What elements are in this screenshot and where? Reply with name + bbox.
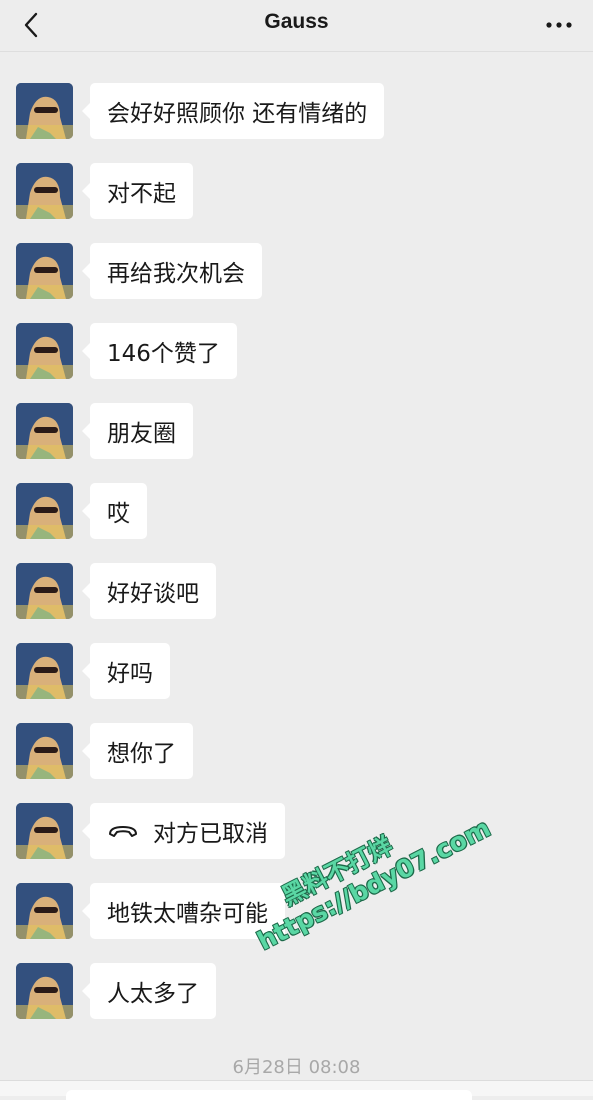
message-bubble[interactable]: 人太多了 <box>82 963 216 1019</box>
avatar[interactable] <box>16 643 73 699</box>
chat-title: Gauss <box>264 10 329 33</box>
message-text: 好好谈吧 <box>107 581 199 607</box>
message-row: 好吗 <box>0 642 593 700</box>
avatar[interactable] <box>16 723 73 779</box>
message-text: 想你了 <box>107 741 176 767</box>
message-row: 哎 <box>0 482 593 540</box>
message-text: 对方已取消 <box>153 821 268 847</box>
message-bubble[interactable]: 再给我次机会 <box>82 243 262 299</box>
message-row: 对不起 <box>0 162 593 220</box>
avatar[interactable] <box>16 83 73 139</box>
message-row: 地铁太嘈杂可能 <box>0 882 593 940</box>
message-text: 朋友圈 <box>107 421 176 447</box>
message-bubble[interactable]: 对不起 <box>82 163 193 219</box>
message-bubble[interactable]: 好好谈吧 <box>82 563 216 619</box>
more-button[interactable] <box>539 8 579 42</box>
nav-bar: Gauss <box>0 0 593 52</box>
message-bubble[interactable]: 想你了 <box>82 723 193 779</box>
more-dots-icon <box>546 22 572 28</box>
message-text: 对不起 <box>107 181 176 207</box>
avatar[interactable] <box>16 963 73 1019</box>
avatar[interactable] <box>16 563 73 619</box>
message-bubble[interactable]: 朋友圈 <box>82 403 193 459</box>
avatar[interactable] <box>16 243 73 299</box>
message-text: 好吗 <box>107 661 153 687</box>
message-row: 再给我次机会 <box>0 242 593 300</box>
message-text: 会好好照顾你 还有情绪的 <box>107 101 368 127</box>
message-row: 好好谈吧 <box>0 562 593 620</box>
avatar[interactable] <box>16 803 73 859</box>
message-bubble[interactable]: 哎 <box>82 483 147 539</box>
message-text: 哎 <box>107 501 130 527</box>
message-input[interactable] <box>66 1090 472 1100</box>
message-row: 对方已取消 <box>0 802 593 860</box>
message-row: 146个赞了 <box>0 322 593 380</box>
message-text: 人太多了 <box>107 981 199 1007</box>
message-timestamp: 6月28日 08:08 <box>232 1057 361 1078</box>
avatar[interactable] <box>16 163 73 219</box>
message-bubble[interactable]: 146个赞了 <box>82 323 237 379</box>
message-row: 朋友圈 <box>0 402 593 460</box>
message-bubble[interactable]: 好吗 <box>82 643 170 699</box>
message-row: 想你了 <box>0 722 593 780</box>
call-message-bubble[interactable]: 对方已取消 <box>82 803 285 859</box>
avatar[interactable] <box>16 883 73 939</box>
message-bubble[interactable]: 会好好照顾你 还有情绪的 <box>81 83 385 139</box>
avatar[interactable] <box>16 483 73 539</box>
phone-hangup-icon <box>107 823 139 839</box>
message-text: 再给我次机会 <box>107 261 245 287</box>
message-bubble[interactable]: 地铁太嘈杂可能 <box>82 883 285 939</box>
avatar[interactable] <box>16 323 73 379</box>
message-row: 会好好照顾你 还有情绪的 <box>0 82 593 140</box>
message-row: 人太多了 <box>0 962 593 1020</box>
message-text: 146个赞了 <box>107 341 220 367</box>
message-text: 地铁太嘈杂可能 <box>107 901 268 927</box>
avatar[interactable] <box>16 403 73 459</box>
